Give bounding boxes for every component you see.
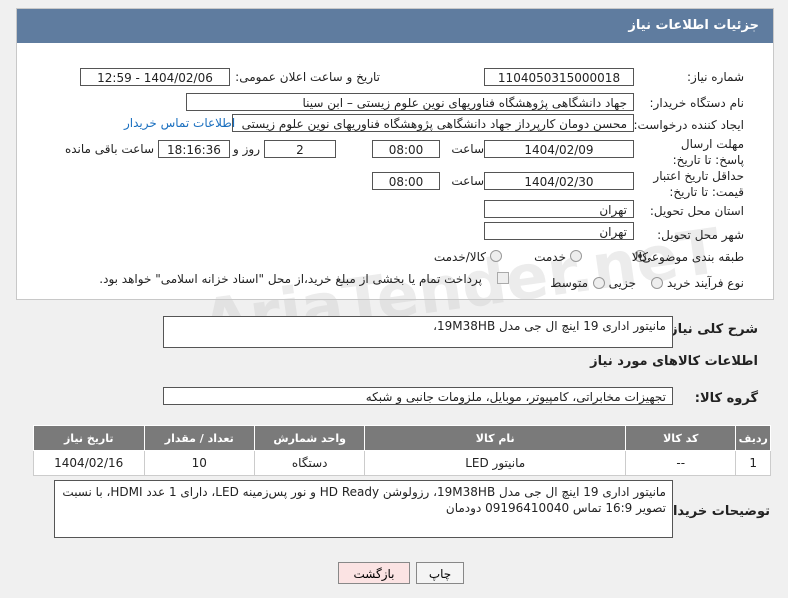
need-number-label: شماره نیاز: <box>687 70 744 84</box>
deadline-time-field[interactable]: 08:00 <box>372 140 440 158</box>
back-button[interactable]: بازگشت <box>338 562 410 584</box>
validity-date-field[interactable]: 1404/02/30 <box>484 172 634 190</box>
validity-label: حداقل تاریخ اعتبار قیمت: تا تاریخ: <box>653 169 744 199</box>
buyer-notes-label: توضیحات خریدار: <box>660 504 770 519</box>
payment-note: پرداخت تمام یا بخشی از مبلغ خرید،از محل … <box>99 272 482 286</box>
need-number-field[interactable]: 1104050315000018 <box>484 68 634 86</box>
process-label: نوع فرآیند خرید : <box>659 276 744 290</box>
days-field[interactable]: 2 <box>264 140 336 158</box>
category-option-both: کالا/خدمت <box>433 250 486 264</box>
deadline-date-field[interactable]: 1404/02/09 <box>484 140 634 158</box>
province-label: استان محل تحویل: <box>649 204 744 218</box>
remaining-time-field[interactable]: 18:16:36 <box>158 140 230 158</box>
buyer-field[interactable]: جهاد دانشگاهی پژوهشگاه فناوریهای نوین عل… <box>186 93 634 111</box>
table-header-cell: ردیف <box>735 425 771 451</box>
creator-field[interactable]: محسن دومان کارپرداز جهاد دانشگاهی پژوهشگ… <box>232 114 634 132</box>
table-header-cell: نام کالا <box>364 425 626 451</box>
category-radio-service[interactable] <box>570 250 582 262</box>
panel-header-title: جزئیات اطلاعات نیاز <box>17 9 773 43</box>
category-label: طبقه بندی موضوعی: <box>637 250 744 264</box>
table-header-cell: کد کالا <box>624 425 737 451</box>
remaining-label: ساعت باقی مانده <box>64 142 154 156</box>
process-option-medium: متوسط <box>550 276 588 290</box>
validity-time-field[interactable]: 08:00 <box>372 172 440 190</box>
category-option-goods: کالا <box>631 250 648 264</box>
table-cell: -- <box>624 450 737 476</box>
table-cell: دستگاه <box>253 450 366 476</box>
items-table: ردیف کد کالا نام کالا واحد شمارش تعداد /… <box>33 425 771 476</box>
goods-group-field[interactable]: تجهیزات مخابراتی، کامپیوتر، موبایل، ملزو… <box>163 387 673 405</box>
goods-section-title: اطلاعات کالاهای مورد نیاز <box>590 354 758 369</box>
buyer-notes-field[interactable]: مانیتور اداری 19 اینچ ال جی مدل 19M38HB،… <box>54 480 673 538</box>
process-option-minor: جزیی <box>608 276 636 290</box>
contact-info-link[interactable]: اطلاعات تماس خریدار <box>124 116 235 130</box>
process-radio-medium[interactable] <box>593 277 605 289</box>
table-row[interactable]: 1 -- مانیتور LED دستگاه 10 1404/02/16 <box>33 450 771 476</box>
table-header-cell: تعداد / مقدار <box>143 425 255 451</box>
announce-label: تاریخ و ساعت اعلان عمومی: <box>235 70 380 84</box>
category-option-service: خدمت <box>534 250 566 264</box>
city-label: شهر محل تحویل: <box>657 228 744 242</box>
validity-time-label: ساعت <box>451 174 484 188</box>
table-header-cell: واحد شمارش <box>253 425 366 451</box>
city-field[interactable]: تهران <box>484 222 634 240</box>
summary-field[interactable]: مانیتور اداری 19 اینچ ال جی مدل 19M38HB، <box>163 316 673 348</box>
table-cell: 10 <box>143 450 255 476</box>
payment-checkbox[interactable] <box>497 272 509 284</box>
table-cell: 1404/02/16 <box>33 450 145 476</box>
category-radio-both[interactable] <box>490 250 502 262</box>
province-field[interactable]: تهران <box>484 200 634 218</box>
summary-label: شرح کلی نیاز: <box>664 322 758 337</box>
table-cell: مانیتور LED <box>364 450 626 476</box>
announce-field[interactable]: 1404/02/06 - 12:59 <box>80 68 230 86</box>
creator-label: ایجاد کننده درخواست: <box>633 118 744 132</box>
print-button[interactable]: چاپ <box>416 562 464 584</box>
process-radio-minor[interactable] <box>651 277 663 289</box>
table-header-row: ردیف کد کالا نام کالا واحد شمارش تعداد /… <box>33 425 771 451</box>
table-header-cell: تاریخ نیاز <box>33 425 145 451</box>
buyer-label: نام دستگاه خریدار: <box>649 96 745 110</box>
days-label: روز و <box>233 142 260 156</box>
table-cell: 1 <box>735 450 771 476</box>
deadline-time-label: ساعت <box>451 142 484 156</box>
deadline-label: مهلت ارسال پاسخ: تا تاریخ: <box>672 137 744 167</box>
goods-group-label: گروه کالا: <box>694 391 758 406</box>
